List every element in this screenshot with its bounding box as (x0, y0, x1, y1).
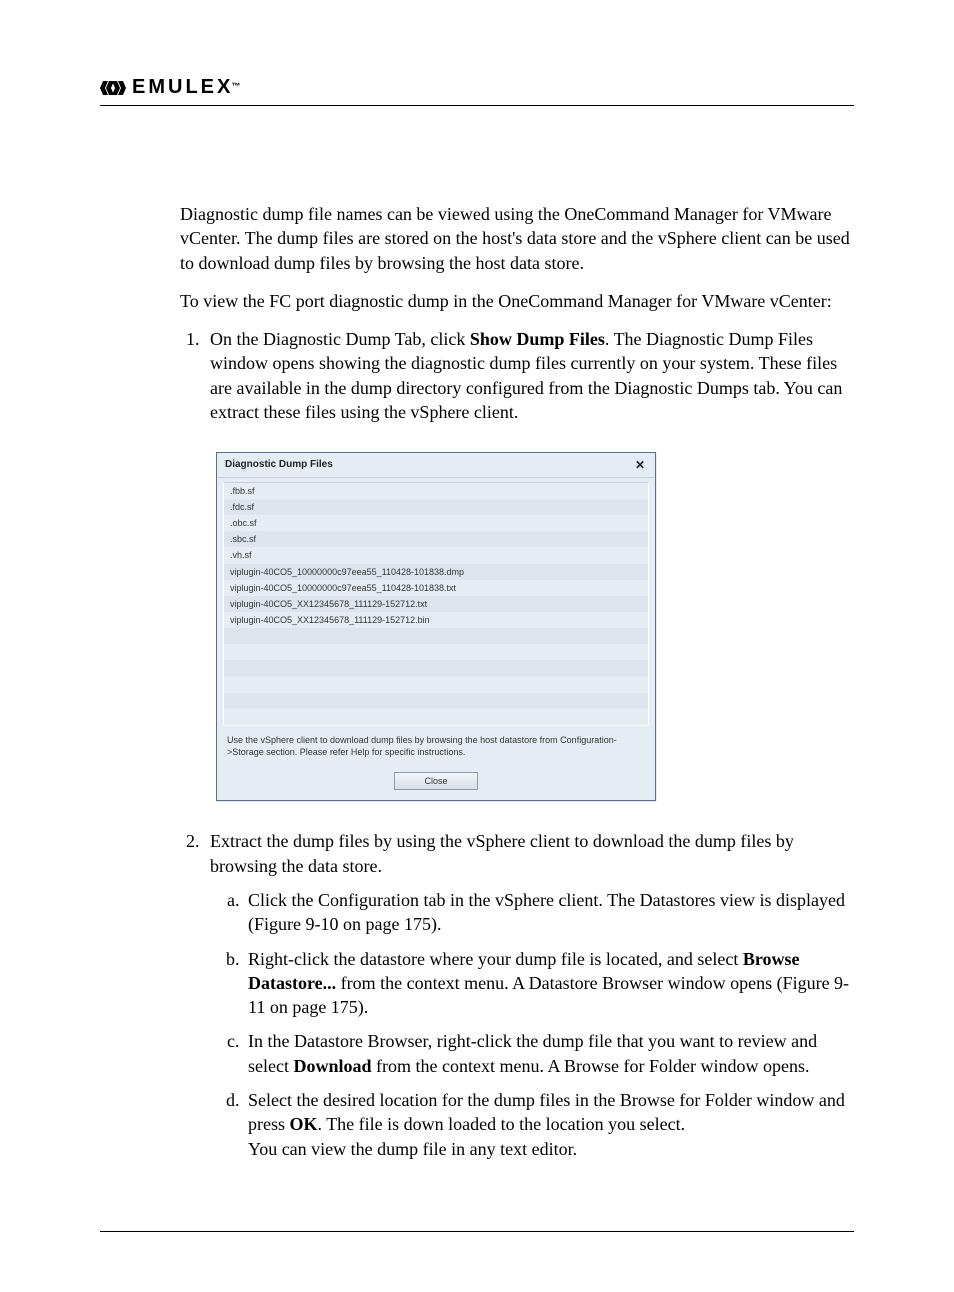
list-item[interactable] (224, 644, 648, 660)
step-2-substeps: Click the Configuration tab in the vSphe… (210, 888, 854, 1161)
step-2: Extract the dump files by using the vSph… (204, 829, 854, 1161)
list-item[interactable]: .obc.sf (224, 515, 648, 531)
list-item[interactable] (224, 660, 648, 676)
step-2a-text: Click the Configuration tab in the vSphe… (248, 890, 845, 934)
brand-name: EMULEX (132, 76, 233, 99)
page-header: EMULEX ™ (100, 76, 854, 106)
intro-paragraph-1: Diagnostic dump file names can be viewed… (180, 202, 854, 275)
list-item[interactable] (224, 628, 648, 644)
body-content: Diagnostic dump file names can be viewed… (180, 202, 854, 1161)
document-page: EMULEX ™ Diagnostic dump file names can … (0, 0, 954, 1292)
dialog-figure: Diagnostic Dump Files ✕ .fbb.sf.fdc.sf.o… (216, 452, 854, 801)
list-item[interactable]: .fdc.sf (224, 499, 648, 515)
step-2a: Click the Configuration tab in the vSphe… (244, 888, 854, 937)
close-button[interactable]: Close (394, 772, 478, 790)
step-2d-followup: You can view the dump file in any text e… (248, 1137, 854, 1161)
list-item[interactable]: .vh.sf (224, 547, 648, 563)
list-item[interactable]: viplugin-40CO5_XX12345678_111129-152712.… (224, 612, 648, 628)
list-item[interactable]: .sbc.sf (224, 531, 648, 547)
step-2d: Select the desired location for the dump… (244, 1088, 854, 1161)
step-2c: In the Datastore Browser, right-click th… (244, 1029, 854, 1078)
list-item[interactable]: viplugin-40CO5_10000000c97eea55_110428-1… (224, 580, 648, 596)
list-item[interactable] (224, 709, 648, 725)
step-2d-post: . The file is down loaded to the locatio… (318, 1114, 686, 1134)
list-item[interactable]: viplugin-40CO5_10000000c97eea55_110428-1… (224, 564, 648, 580)
dialog-footer: Close (217, 766, 655, 800)
trademark-symbol: ™ (231, 81, 240, 91)
step-2c-post: from the context menu. A Browse for Fold… (372, 1056, 810, 1076)
instruction-list: On the Diagnostic Dump Tab, click Show D… (180, 327, 854, 1161)
diagnostic-dump-files-dialog: Diagnostic Dump Files ✕ .fbb.sf.fdc.sf.o… (216, 452, 656, 801)
footer-rule (100, 1231, 854, 1232)
close-icon[interactable]: ✕ (633, 459, 647, 471)
step-2d-bold: OK (290, 1114, 318, 1134)
list-item[interactable] (224, 677, 648, 693)
step-2b-pre: Right-click the datastore where your dum… (248, 949, 743, 969)
step-1-text-pre: On the Diagnostic Dump Tab, click (210, 329, 470, 349)
list-item[interactable]: .fbb.sf (224, 483, 648, 499)
emulex-logo-icon (100, 79, 126, 97)
step-2c-bold: Download (293, 1056, 371, 1076)
step-1-bold: Show Dump Files (470, 329, 605, 349)
dialog-titlebar: Diagnostic Dump Files ✕ (217, 453, 655, 478)
dialog-hint-text: Use the vSphere client to download dump … (217, 730, 655, 766)
dump-file-list[interactable]: .fbb.sf.fdc.sf.obc.sf.sbc.sf.vh.sfviplug… (223, 482, 649, 726)
dialog-title-text: Diagnostic Dump Files (225, 458, 333, 472)
step-2-text: Extract the dump files by using the vSph… (210, 831, 794, 875)
step-2b: Right-click the datastore where your dum… (244, 947, 854, 1020)
intro-paragraph-2: To view the FC port diagnostic dump in t… (180, 289, 854, 313)
step-2b-post: from the context menu. A Datastore Brows… (248, 973, 849, 1017)
list-item[interactable]: viplugin-40CO5_XX12345678_111129-152712.… (224, 596, 648, 612)
list-item[interactable] (224, 693, 648, 709)
step-1: On the Diagnostic Dump Tab, click Show D… (204, 327, 854, 801)
